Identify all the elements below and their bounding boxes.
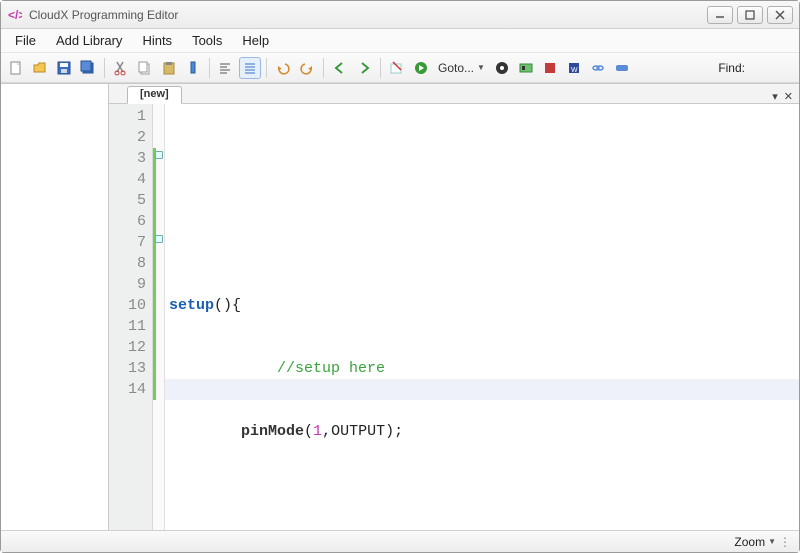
line-number: 14 [109, 379, 146, 400]
new-file-icon[interactable] [5, 57, 27, 79]
close-button[interactable] [767, 6, 793, 24]
link-icon[interactable] [587, 57, 609, 79]
app-icon: </> [7, 7, 23, 23]
copy-icon[interactable] [134, 57, 156, 79]
line-number: 5 [109, 190, 146, 211]
line-number: 10 [109, 295, 146, 316]
code-line [169, 169, 799, 190]
bookmark-icon[interactable] [182, 57, 204, 79]
maximize-button[interactable] [737, 6, 763, 24]
run-icon[interactable] [410, 57, 432, 79]
undo-icon[interactable] [272, 57, 294, 79]
tab-menu-icon[interactable]: ▾ [772, 90, 778, 103]
save-icon[interactable] [53, 57, 75, 79]
line-number: 2 [109, 127, 146, 148]
toolbar-separator [104, 58, 105, 78]
line-number: 1 [109, 106, 146, 127]
sidebar-panel [1, 83, 109, 530]
line-number: 12 [109, 337, 146, 358]
toolbar-separator [266, 58, 267, 78]
code-line [169, 232, 799, 253]
align-left-icon[interactable] [215, 57, 237, 79]
open-file-icon[interactable] [29, 57, 51, 79]
line-number: 8 [109, 253, 146, 274]
align-block-icon[interactable] [239, 57, 261, 79]
menu-file[interactable]: File [5, 30, 46, 51]
clear-icon[interactable] [386, 57, 408, 79]
line-gutter: 1 2 3 4 5 6 7 8 9 10 11 12 13 14 [109, 104, 153, 530]
menu-add-library[interactable]: Add Library [46, 30, 132, 51]
line-number: 4 [109, 169, 146, 190]
menu-tools[interactable]: Tools [182, 30, 232, 51]
code-line: //setup here [169, 358, 799, 379]
window-title: CloudX Programming Editor [29, 8, 178, 22]
svg-text:W: W [571, 67, 578, 74]
fold-strip [153, 104, 165, 530]
fold-marker-icon[interactable] [155, 235, 163, 243]
line-number: 3 [109, 148, 146, 169]
toolbar-separator [209, 58, 210, 78]
chip-icon[interactable]: W [563, 57, 585, 79]
main-area: [new] ▾ ✕ 1 2 3 4 5 6 7 8 9 10 11 12 13 … [1, 83, 799, 530]
code-line: pinMode(1,OUTPUT); [169, 421, 799, 442]
line-number: 7 [109, 232, 146, 253]
goto-label: Goto... [438, 61, 474, 75]
chevron-down-icon: ▼ [477, 63, 485, 72]
cut-icon[interactable] [110, 57, 132, 79]
change-marker [153, 148, 156, 400]
code-area[interactable]: setup(){ //setup here pinMode(1,OUTPUT);… [165, 104, 799, 530]
chevron-down-icon: ▼ [768, 537, 776, 546]
tab-close-icon[interactable]: ✕ [784, 90, 793, 103]
fold-marker-icon[interactable] [155, 151, 163, 159]
target-icon[interactable] [491, 57, 513, 79]
svg-text:</>: </> [8, 8, 22, 22]
menu-bar: File Add Library Hints Tools Help [1, 29, 799, 53]
line-number: 9 [109, 274, 146, 295]
editor-pane: [new] ▾ ✕ 1 2 3 4 5 6 7 8 9 10 11 12 13 … [109, 83, 799, 530]
paste-icon[interactable] [158, 57, 180, 79]
minimize-button[interactable] [707, 6, 733, 24]
line-number: 13 [109, 358, 146, 379]
menu-hints[interactable]: Hints [132, 30, 182, 51]
save-all-icon[interactable] [77, 57, 99, 79]
zoom-label: Zoom [734, 535, 765, 549]
tab-new[interactable]: [new] [127, 86, 182, 104]
tab-bar: [new] ▾ ✕ [109, 84, 799, 104]
menu-help[interactable]: Help [232, 30, 279, 51]
line-number: 11 [109, 316, 146, 337]
title-bar: </> CloudX Programming Editor [1, 1, 799, 29]
zoom-control[interactable]: Zoom ▼ ⋮ [734, 535, 791, 549]
goto-dropdown[interactable]: Goto... ▼ [434, 61, 489, 75]
forward-icon[interactable] [353, 57, 375, 79]
toolbar-separator [323, 58, 324, 78]
code-editor[interactable]: 1 2 3 4 5 6 7 8 9 10 11 12 13 14 [109, 104, 799, 530]
code-line: setup(){ [169, 295, 799, 316]
board-icon[interactable] [515, 57, 537, 79]
current-line-highlight [165, 379, 799, 400]
stop-icon[interactable] [539, 57, 561, 79]
back-icon[interactable] [329, 57, 351, 79]
find-label: Find: [718, 61, 795, 75]
status-bar: Zoom ▼ ⋮ [1, 530, 799, 552]
redo-icon[interactable] [296, 57, 318, 79]
line-number: 6 [109, 211, 146, 232]
toolbar-separator [380, 58, 381, 78]
toolbar: Goto... ▼ W Find: [1, 53, 799, 83]
module-icon[interactable] [611, 57, 633, 79]
code-line [169, 484, 799, 505]
